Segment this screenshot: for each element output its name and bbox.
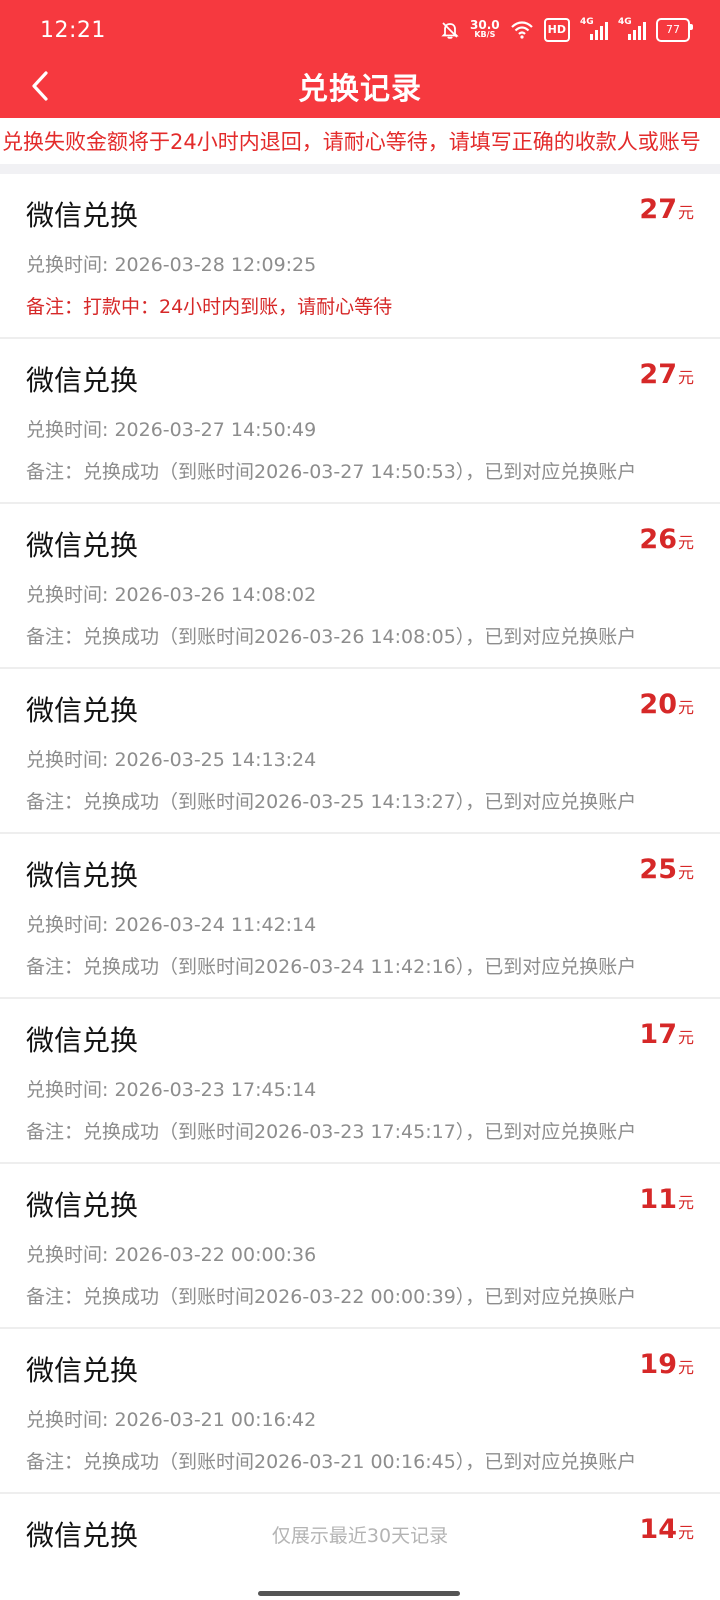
list-item[interactable]: 微信兑换 27元兑换时间: 2026-03-27 14:50:49 备注：兑换成功（… [0, 339, 720, 504]
status-icons: 30.0 KB/S HD 4G 4G 77 [440, 18, 693, 42]
mute-bell-icon [440, 18, 460, 42]
record-amount: 27元 [639, 194, 694, 225]
record-note: 备注：兑换成功（到账时间2026-03-21 00:16:45），已到对应兑换账… [26, 1451, 637, 1473]
record-time: 兑换时间: 2026-03-22 00:00:36 [26, 1244, 317, 1266]
amount-value: 20 [639, 689, 677, 720]
record-amount: 26元 [639, 524, 694, 555]
record-name: 微信兑换 [26, 1024, 139, 1057]
home-indicator[interactable] [258, 1591, 460, 1596]
record-name: 微信兑换 [26, 1354, 139, 1387]
list-item[interactable]: 微信兑换 17元兑换时间: 2026-03-23 17:45:14 备注：兑换成功（… [0, 999, 720, 1164]
record-note: 备注：兑换成功（到账时间2026-03-25 14:13:27），已到对应兑换账… [26, 791, 637, 813]
battery-icon: 77 [656, 18, 693, 42]
list-item[interactable]: 微信兑换 20元兑换时间: 2026-03-25 14:13:24 备注：兑换成功（… [0, 669, 720, 834]
page-title: 兑换记录 [298, 72, 422, 107]
amount-value: 11 [639, 1184, 677, 1215]
record-time: 兑换时间: 2026-03-23 17:45:14 [26, 1079, 317, 1101]
notice-banner: 兑换失败金额将于24小时内退回，请耐心等待，请填写正确的收款人或账号 [0, 118, 720, 164]
record-note: 备注：兑换成功（到账时间2026-03-22 00:00:39），已到对应兑换账… [26, 1286, 637, 1308]
amount-unit: 元 [677, 368, 694, 387]
amount-unit: 元 [677, 698, 694, 717]
record-name: 微信兑换 [26, 529, 139, 562]
amount-unit: 元 [677, 203, 694, 222]
amount-unit: 元 [677, 1193, 694, 1212]
record-note: 备注：兑换成功（到账时间2026-03-27 14:50:53），已到对应兑换账… [26, 461, 637, 483]
record-amount: 20元 [639, 689, 694, 720]
record-amount: 19元 [639, 1349, 694, 1380]
amount-value: 19 [639, 1349, 677, 1380]
record-time: 兑换时间: 2026-03-25 14:13:24 [26, 749, 317, 771]
list-item[interactable]: 微信兑换 26元兑换时间: 2026-03-26 14:08:02 备注：兑换成功（… [0, 504, 720, 669]
record-note: 备注：兑换成功（到账时间2026-03-26 14:08:05），已到对应兑换账… [26, 626, 637, 648]
list-item[interactable]: 微信兑换 25元兑换时间: 2026-03-24 11:42:14 备注：兑换成功（… [0, 834, 720, 999]
record-note: 备注：兑换成功（到账时间2026-03-24 11:42:16），已到对应兑换账… [26, 956, 637, 978]
status-bar: 12:21 30.0 KB/S HD 4G 4G 77 [0, 0, 720, 62]
record-amount: 27元 [639, 359, 694, 390]
page: 12:21 30.0 KB/S HD 4G 4G 77 兑换记录 兑换失败金额将… [0, 0, 720, 1600]
record-list: 微信兑换 27元 兑换时间: 2026-03-28 12:09:25 备注：打款中：2… [0, 174, 720, 1600]
record-name: 微信兑换 [26, 364, 139, 397]
hd-badge: HD [543, 18, 570, 42]
record-time: 兑换时间: 2026-03-26 14:08:02 [26, 584, 317, 606]
status-time: 12:21 [40, 18, 106, 43]
list-item[interactable]: 微信兑换 11元兑换时间: 2026-03-22 00:00:36 备注：兑换成功（… [0, 1164, 720, 1329]
nav-bar: 兑换记录 [0, 62, 720, 118]
amount-unit: 元 [677, 1358, 694, 1377]
amount-value: 27 [639, 194, 677, 225]
amount-unit: 元 [677, 863, 694, 882]
amount-unit: 元 [677, 533, 694, 552]
list-item[interactable]: 微信兑换 27元兑换时间: 2026-03-28 12:09:25 备注：打款中：2… [0, 174, 720, 339]
section-divider [0, 164, 720, 174]
signal-icon: 4G [580, 18, 608, 42]
record-name: 微信兑换 [26, 859, 139, 892]
record-amount: 25元 [639, 854, 694, 885]
amount-value: 27 [639, 359, 677, 390]
record-name: 微信兑换 [26, 694, 139, 727]
amount-value: 26 [639, 524, 677, 555]
record-time: 兑换时间: 2026-03-28 12:09:25 [26, 254, 317, 276]
amount-value: 17 [639, 1019, 677, 1050]
record-time: 兑换时间: 2026-03-27 14:50:49 [26, 419, 317, 441]
list-item[interactable]: 微信兑换 19元兑换时间: 2026-03-21 00:16:42 备注：兑换成功（… [0, 1329, 720, 1494]
record-time: 兑换时间: 2026-03-21 00:16:42 [26, 1409, 317, 1431]
wifi-icon [510, 18, 534, 42]
amount-value: 25 [639, 854, 677, 885]
record-name: 微信兑换 [26, 199, 139, 232]
header: 12:21 30.0 KB/S HD 4G 4G 77 兑换记录 [0, 0, 720, 118]
record-amount: 11元 [639, 1184, 694, 1215]
record-time: 兑换时间: 2026-03-24 11:42:14 [26, 914, 317, 936]
footer-tip: 仅展示最近30天记录 [271, 1525, 449, 1547]
amount-unit: 元 [677, 1028, 694, 1047]
net-speed: 30.0 KB/S [470, 18, 500, 39]
record-note: 备注：打款中：24小时内到账，请耐心等待 [26, 296, 393, 318]
record-note: 备注：兑换成功（到账时间2026-03-23 17:45:17），已到对应兑换账… [26, 1121, 637, 1143]
record-name: 微信兑换 [26, 1189, 139, 1222]
record-amount: 17元 [639, 1019, 694, 1050]
signal-icon-sim2: 4G [618, 18, 646, 42]
